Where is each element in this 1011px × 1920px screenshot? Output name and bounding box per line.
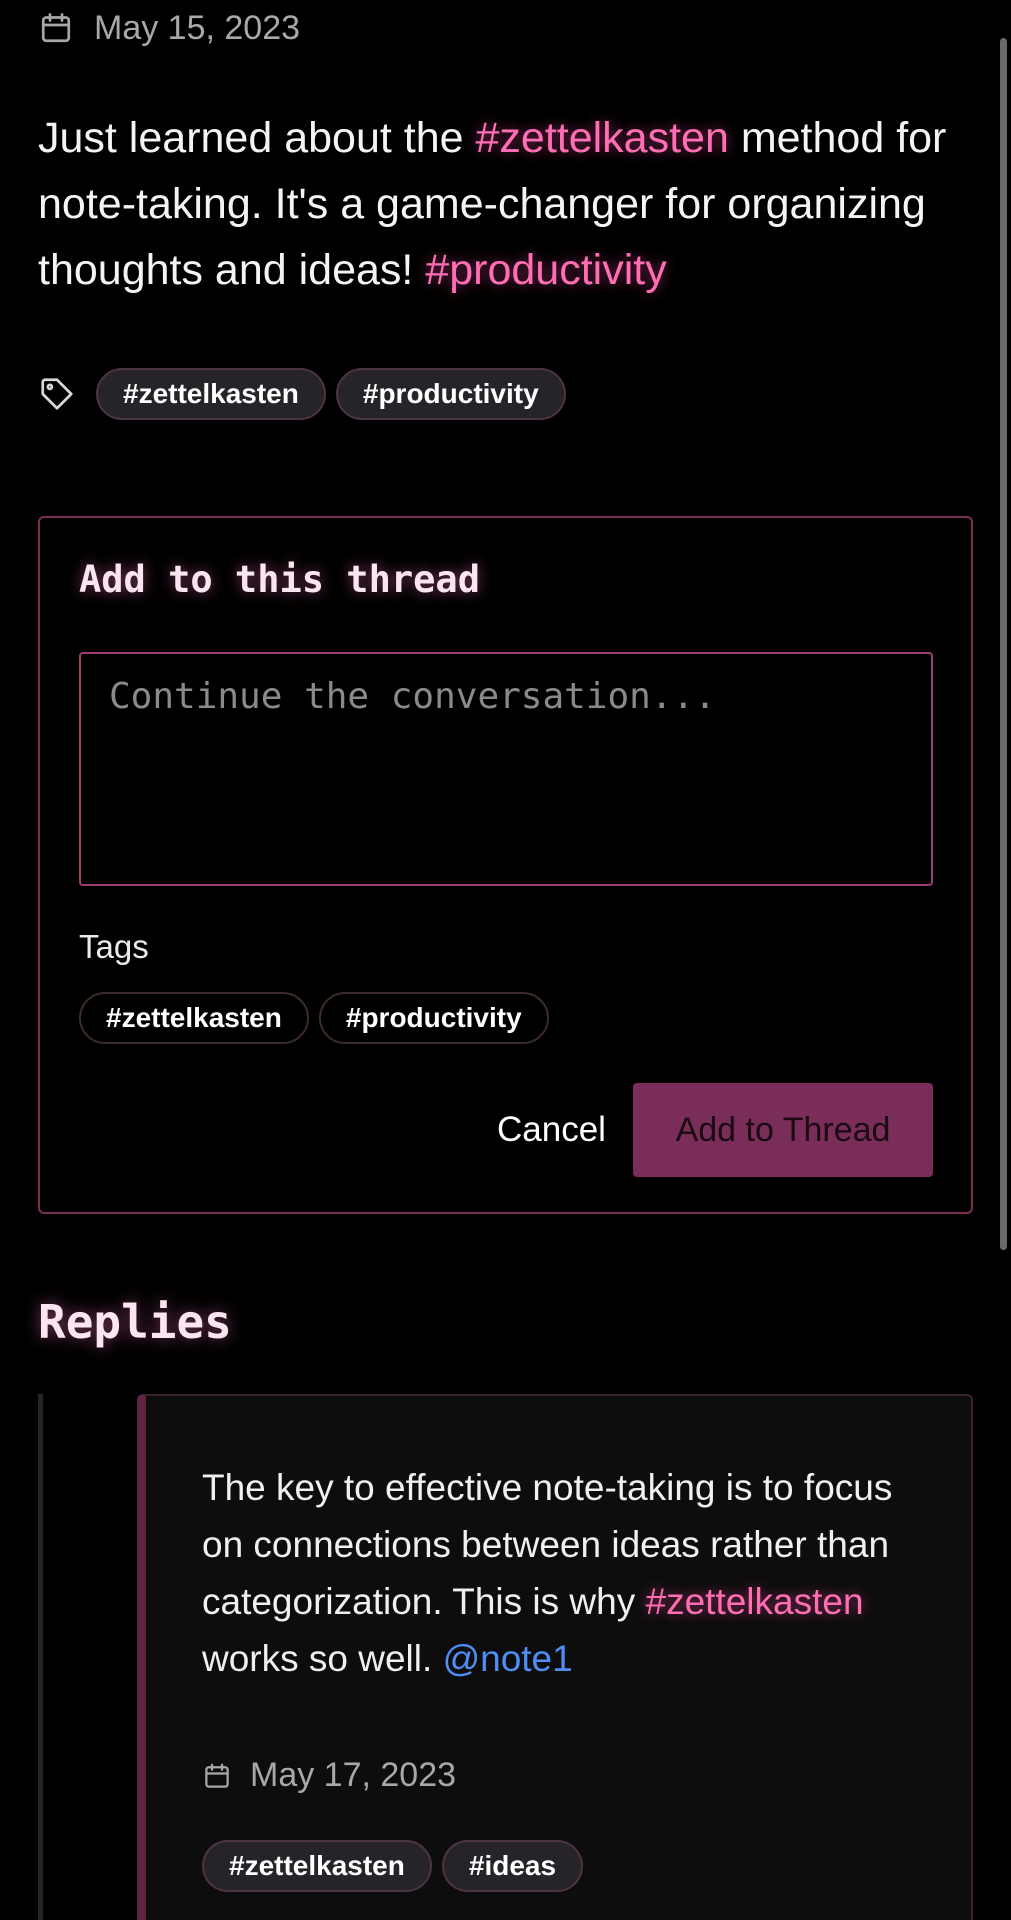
body-text: works so well. — [202, 1638, 443, 1679]
replies-heading: Replies — [38, 1295, 232, 1349]
reply-date: May 17, 2023 — [250, 1756, 457, 1794]
calendar-icon — [38, 10, 74, 46]
reply-date-row: May 17, 2023 — [202, 1756, 456, 1795]
add-to-thread-button[interactable]: Add to Thread — [633, 1083, 933, 1177]
body-text: Just learned about the — [38, 114, 476, 162]
reply-tags-row: #zettelkasten #ideas — [202, 1840, 584, 1892]
post-date: May 15, 2023 — [94, 8, 301, 47]
reply-composer: Add to this thread Tags #zettelkasten #p… — [38, 516, 973, 1214]
reply-tag-chip[interactable]: #zettelkasten — [202, 1840, 432, 1892]
composer-title: Add to this thread — [79, 558, 480, 601]
mention-link[interactable]: @note1 — [443, 1638, 573, 1679]
post-tag-chip[interactable]: #zettelkasten — [96, 368, 326, 420]
cancel-button[interactable]: Cancel — [452, 1083, 651, 1177]
composer-tags-label: Tags — [79, 928, 149, 965]
post-body: Just learned about the #zettelkasten met… — [38, 105, 978, 303]
post-date-row: May 15, 2023 — [38, 6, 300, 50]
scrollbar[interactable] — [1000, 38, 1007, 1250]
reply-card: The key to effective note-taking is to f… — [137, 1394, 973, 1920]
post-tags-row: #zettelkasten #productivity — [38, 368, 566, 420]
composer-tag-chip[interactable]: #productivity — [318, 992, 549, 1044]
tag-icon — [38, 375, 76, 413]
reply-body: The key to effective note-taking is to f… — [202, 1459, 942, 1687]
reply-textarea[interactable] — [79, 652, 933, 886]
thread-line — [38, 1394, 43, 1920]
hashtag-link[interactable]: #zettelkasten — [646, 1581, 864, 1622]
hashtag-link[interactable]: #productivity — [425, 246, 666, 294]
composer-tags-row: #zettelkasten #productivity — [79, 992, 549, 1044]
post-tag-chip[interactable]: #productivity — [335, 368, 566, 420]
reply-tag-chip[interactable]: #ideas — [441, 1840, 584, 1892]
calendar-icon — [202, 1761, 232, 1791]
composer-tag-chip[interactable]: #zettelkasten — [79, 992, 309, 1044]
note-thread-page: May 15, 2023 Just learned about the #zet… — [0, 0, 1011, 1920]
hashtag-link[interactable]: #zettelkasten — [475, 114, 728, 162]
